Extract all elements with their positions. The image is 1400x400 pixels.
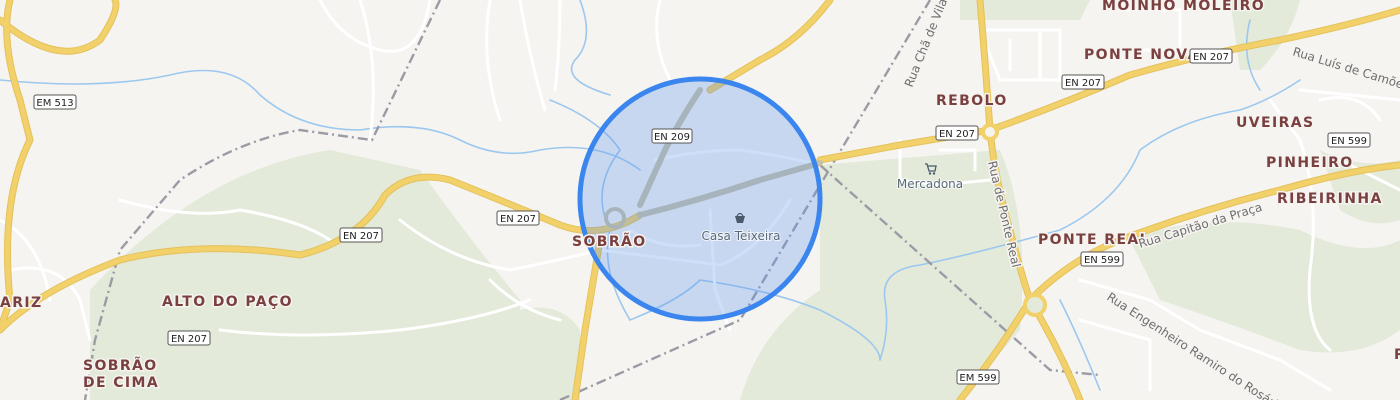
search-radius-circle[interactable] — [577, 76, 823, 322]
place-label-sobrao-de-cima-2: DE CIMA — [83, 375, 159, 391]
map-canvas[interactable]: MOINHO MOLEIRO PONTE NOVA REBOLO UVEIRAS… — [0, 0, 1400, 400]
place-label-sobrao: SOBRÃO — [572, 233, 647, 250]
svg-text:EN 207: EN 207 — [171, 334, 207, 345]
svg-text:EN 207: EN 207 — [343, 231, 379, 242]
svg-text:EN 209: EN 209 — [654, 132, 690, 143]
road-shield-en599-ponte-real: EN 599 — [1080, 251, 1124, 267]
poi-label-casa-teixeira: Casa Teixeira — [702, 229, 781, 243]
svg-text:EM 599: EM 599 — [959, 373, 996, 384]
place-label-edge-right: R — [1394, 347, 1400, 363]
place-label-ribeirinha: RIBEIRINHA — [1277, 191, 1383, 207]
place-label-rebolo: REBOLO — [936, 93, 1008, 109]
road-shield-en209: EN 209 — [651, 128, 693, 144]
poi-label-mercadona: Mercadona — [897, 177, 963, 191]
roundabout-rebolo — [981, 123, 999, 141]
road-shield-em513: EM 513 — [33, 94, 77, 110]
road-shield-en207-ponte-nova-2: EN 207 — [1189, 48, 1233, 64]
roundabout-ponte-real — [1023, 293, 1047, 317]
svg-text:EN 207: EN 207 — [1193, 52, 1229, 63]
svg-text:EM 513: EM 513 — [36, 98, 73, 109]
road-shield-em599: EM 599 — [956, 369, 1000, 385]
place-label-ponte-nova: PONTE NOVA — [1084, 47, 1200, 63]
place-label-alto-do-paco: ALTO DO PAÇO — [162, 294, 293, 310]
place-label-pinheiro: PINHEIRO — [1266, 155, 1354, 171]
place-label-sobrao-de-cima-1: SOBRÃO — [83, 357, 158, 374]
place-label-uveiras: UVEIRAS — [1236, 115, 1314, 131]
road-shield-en207-rebolo: EN 207 — [935, 125, 979, 141]
road-shield-en207-ponte-nova-1: EN 207 — [1061, 74, 1105, 90]
road-shield-en207-alto: EN 207 — [167, 330, 211, 346]
road-shield-en207-sobrao: EN 207 — [496, 210, 540, 226]
place-label-ariz: ARIZ — [0, 295, 43, 311]
svg-text:EN 207: EN 207 — [500, 214, 536, 225]
place-label-moinho-moleiro: MOINHO MOLEIRO — [1102, 0, 1265, 14]
svg-text:EN 599: EN 599 — [1331, 136, 1367, 147]
svg-text:EN 599: EN 599 — [1084, 255, 1120, 266]
road-shield-en207-west: EN 207 — [339, 227, 383, 243]
place-label-ponte-real: PONTE REAL — [1038, 232, 1150, 248]
svg-text:EN 207: EN 207 — [939, 129, 975, 140]
svg-text:EN 207: EN 207 — [1065, 78, 1101, 89]
road-shield-en599-pinheiro: EN 599 — [1327, 132, 1371, 148]
